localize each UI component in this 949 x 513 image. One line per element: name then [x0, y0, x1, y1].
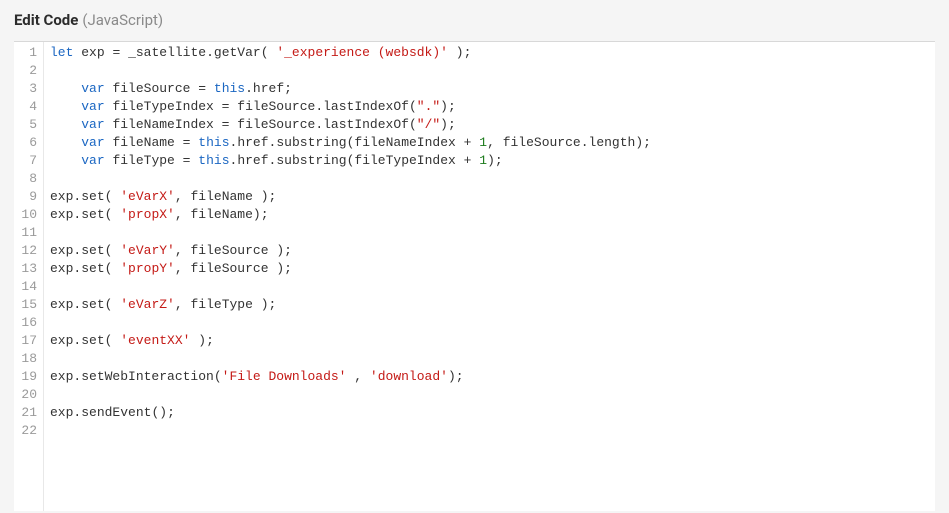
line-number: 15: [14, 296, 37, 314]
code-line[interactable]: exp.sendEvent();: [50, 404, 935, 422]
line-number: 9: [14, 188, 37, 206]
code-line[interactable]: var fileName = this.href.substring(fileN…: [50, 134, 935, 152]
line-number: 21: [14, 404, 37, 422]
line-number: 3: [14, 80, 37, 98]
code-line[interactable]: exp.set( 'eVarZ', fileType );: [50, 296, 935, 314]
code-line[interactable]: var fileNameIndex = fileSource.lastIndex…: [50, 116, 935, 134]
line-number-gutter: 12345678910111213141516171819202122: [14, 42, 44, 511]
code-line[interactable]: var fileTypeIndex = fileSource.lastIndex…: [50, 98, 935, 116]
line-number: 11: [14, 224, 37, 242]
line-number: 22: [14, 422, 37, 440]
code-line[interactable]: [50, 278, 935, 296]
line-number: 13: [14, 260, 37, 278]
code-line[interactable]: var fileType = this.href.substring(fileT…: [50, 152, 935, 170]
line-number: 20: [14, 386, 37, 404]
code-line[interactable]: [50, 62, 935, 80]
code-line[interactable]: [50, 422, 935, 440]
code-line[interactable]: var fileSource = this.href;: [50, 80, 935, 98]
code-line[interactable]: exp.set( 'propX', fileName);: [50, 206, 935, 224]
code-line[interactable]: let exp = _satellite.getVar( '_experienc…: [50, 44, 935, 62]
code-line[interactable]: exp.set( 'propY', fileSource );: [50, 260, 935, 278]
code-line[interactable]: exp.set( 'eventXX' );: [50, 332, 935, 350]
editor-language: (JavaScript): [82, 11, 163, 29]
line-number: 17: [14, 332, 37, 350]
line-number: 5: [14, 116, 37, 134]
editor-header: Edit Code (JavaScript): [0, 0, 949, 41]
line-number: 16: [14, 314, 37, 332]
line-number: 8: [14, 170, 37, 188]
code-line[interactable]: [50, 314, 935, 332]
editor-title: Edit Code: [14, 11, 78, 29]
line-number: 19: [14, 368, 37, 386]
line-number: 6: [14, 134, 37, 152]
code-line[interactable]: exp.set( 'eVarY', fileSource );: [50, 242, 935, 260]
code-area[interactable]: let exp = _satellite.getVar( '_experienc…: [44, 42, 935, 511]
line-number: 4: [14, 98, 37, 116]
code-editor[interactable]: 12345678910111213141516171819202122 let …: [14, 41, 935, 511]
line-number: 18: [14, 350, 37, 368]
line-number: 7: [14, 152, 37, 170]
line-number: 12: [14, 242, 37, 260]
code-line[interactable]: exp.set( 'eVarX', fileName );: [50, 188, 935, 206]
code-line[interactable]: [50, 386, 935, 404]
code-line[interactable]: [50, 224, 935, 242]
line-number: 2: [14, 62, 37, 80]
line-number: 1: [14, 44, 37, 62]
code-line[interactable]: [50, 350, 935, 368]
line-number: 14: [14, 278, 37, 296]
code-line[interactable]: [50, 170, 935, 188]
code-line[interactable]: exp.setWebInteraction('File Downloads' ,…: [50, 368, 935, 386]
line-number: 10: [14, 206, 37, 224]
